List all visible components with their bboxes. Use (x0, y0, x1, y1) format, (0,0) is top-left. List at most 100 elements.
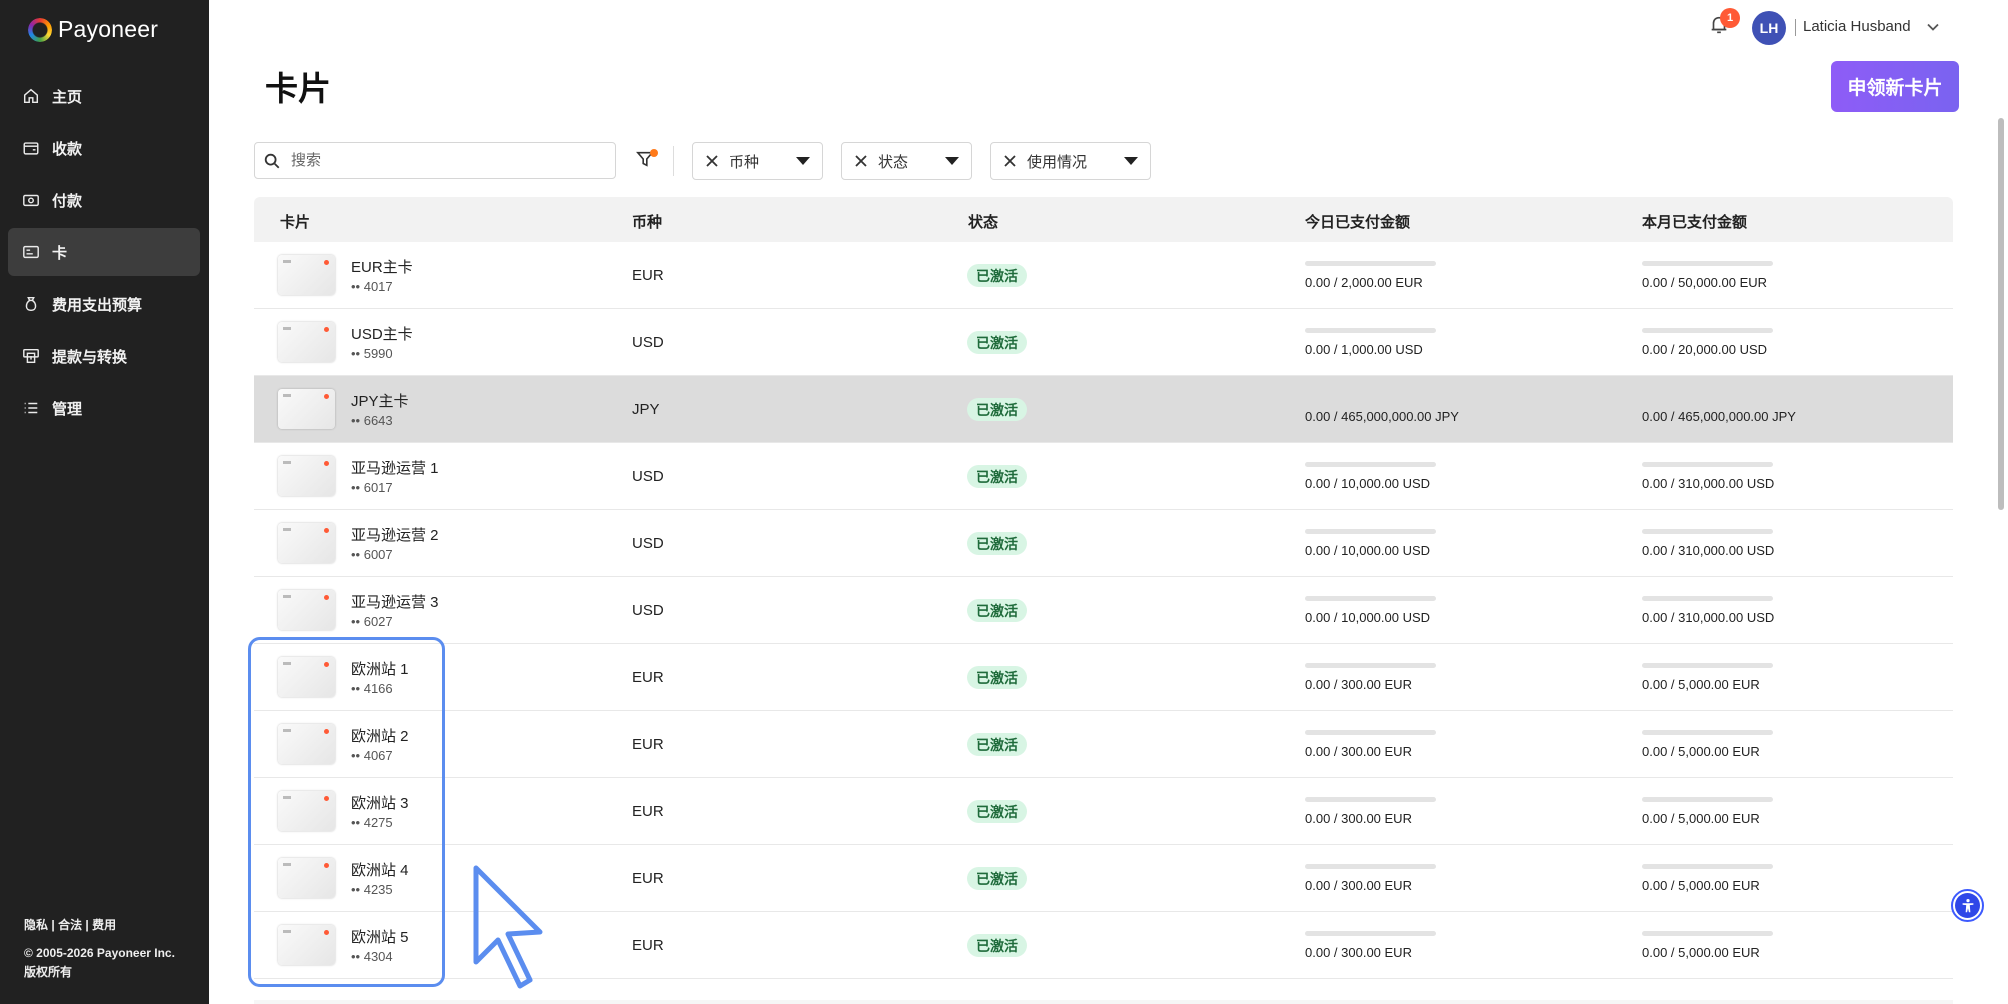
logo-ring-icon (28, 17, 52, 42)
table-row[interactable]: 亚马逊运营 3 •• 6027 USD 已激活 0.00 / 10,000.00 USD… (254, 577, 1953, 644)
page-title: 卡片 (265, 70, 331, 107)
status-badge: 已激活 (967, 800, 1027, 823)
month-usage-bar (1642, 931, 1773, 936)
today-paid-amount: 0.00 / 300.00 EUR (1305, 878, 1412, 893)
table-row[interactable]: 欧洲站 4 •• 4235 EUR 已激活 0.00 / 300.00 EUR 0.00 … (254, 845, 1953, 912)
card-number: •• 6027 (351, 614, 393, 629)
apply-new-card-button[interactable]: 申领新卡片 (1831, 61, 1959, 112)
currency-filter-chip[interactable]: 币种 (692, 142, 823, 180)
table-row[interactable]: 欧洲站 2 •• 4067 EUR 已激活 0.00 / 300.00 EUR 0.00 … (254, 711, 1953, 778)
today-usage-bar (1305, 730, 1436, 735)
footer-links: 隐私 | 合法 | 费用 (24, 916, 175, 935)
sidebar-item-label: 卡 (52, 244, 68, 262)
table-row[interactable]: EUR主卡 •• 4017 EUR 已激活 0.00 / 2,000.00 EUR 0.0… (254, 242, 1953, 309)
column-header-card[interactable]: 卡片 (280, 211, 310, 232)
sidebar-item-withdraw[interactable]: 提款与转换 (8, 332, 200, 380)
today-paid-amount: 0.00 / 465,000,000.00 JPY (1305, 409, 1459, 424)
card-number: •• 6017 (351, 480, 393, 495)
card-name: 欧洲站 2 (351, 728, 409, 745)
month-paid-amount: 0.00 / 465,000,000.00 JPY (1642, 409, 1796, 424)
privacy-link[interactable]: 隐私 (24, 918, 48, 932)
today-usage-bar (1305, 797, 1436, 802)
column-header-currency[interactable]: 币种 (632, 211, 662, 232)
card-thumbnail (278, 456, 335, 496)
chip-label: 币种 (729, 153, 760, 171)
card-name: USD主卡 (351, 326, 413, 343)
caret-down-icon (796, 157, 810, 165)
sidebar-item-pay[interactable]: 付款 (8, 176, 200, 224)
user-name[interactable]: Laticia Husband (1803, 18, 1911, 35)
sidebar-item-budget[interactable]: 费用支出预算 (8, 280, 200, 328)
table-row[interactable]: 亚马逊运营 1 •• 6017 USD 已激活 0.00 / 10,000.00 USD… (254, 443, 1953, 510)
column-header-status[interactable]: 状态 (968, 211, 998, 232)
today-usage-bar (1305, 864, 1436, 869)
today-usage-bar (1305, 462, 1436, 467)
table-row[interactable]: JPY主卡 •• 6643 JPY 已激活 0.00 / 465,000,000.00 … (254, 376, 1953, 443)
card-number: •• 4067 (351, 748, 393, 763)
status-badge: 已激活 (967, 331, 1027, 354)
sidebar: Payoneer 主页 收款 付款 卡 费用支出预算 提款与转换 管理 隐私 |… (0, 0, 209, 1004)
status-badge: 已激活 (967, 666, 1027, 689)
fees-link[interactable]: 费用 (92, 918, 116, 932)
sidebar-nav: 主页 收款 付款 卡 费用支出预算 提款与转换 管理 (8, 72, 200, 436)
month-paid-amount: 0.00 / 5,000.00 EUR (1642, 811, 1760, 826)
search-box[interactable] (254, 142, 616, 179)
column-header-today-paid[interactable]: 今日已支付金额 (1305, 211, 1410, 232)
card-number: •• 4275 (351, 815, 393, 830)
card-thumbnail (278, 724, 335, 764)
usage-filter-chip[interactable]: 使用情况 (990, 142, 1151, 180)
month-usage-bar (1642, 596, 1773, 601)
card-number: •• 6643 (351, 413, 393, 428)
month-usage-bar (1642, 462, 1773, 467)
list-icon (22, 399, 40, 417)
notification-badge: 1 (1720, 8, 1740, 28)
card-thumbnail (278, 858, 335, 898)
copyright-text: © 2005-2026 Payoneer Inc. (24, 946, 175, 960)
payoneer-logo[interactable]: Payoneer (28, 16, 158, 43)
card-currency: USD (632, 602, 664, 619)
close-icon[interactable] (705, 154, 719, 168)
avatar[interactable]: LH (1752, 11, 1786, 45)
sidebar-item-cards[interactable]: 卡 (8, 228, 200, 276)
status-badge: 已激活 (967, 398, 1027, 421)
status-badge: 已激活 (967, 465, 1027, 488)
table-row[interactable]: 欧洲站 3 •• 4275 EUR 已激活 0.00 / 300.00 EUR 0.00 … (254, 778, 1953, 845)
card-number: •• 5990 (351, 346, 393, 361)
card-thumbnail (278, 322, 335, 362)
legal-link[interactable]: 合法 (58, 918, 82, 932)
month-paid-amount: 0.00 / 5,000.00 EUR (1642, 878, 1760, 893)
table-row[interactable]: USD主卡 •• 5990 USD 已激活 0.00 / 1,000.00 USD 0.0… (254, 309, 1953, 376)
table-row[interactable]: 亚马逊运营 2 •• 6007 USD 已激活 0.00 / 10,000.00 USD… (254, 510, 1953, 577)
wallet-icon (22, 139, 40, 157)
today-paid-amount: 0.00 / 300.00 EUR (1305, 744, 1412, 759)
card-currency: EUR (632, 870, 664, 887)
close-icon[interactable] (854, 154, 868, 168)
card-name: 亚马逊运营 2 (351, 527, 439, 544)
search-input[interactable] (291, 152, 591, 169)
search-icon (264, 153, 280, 168)
sidebar-item-label: 费用支出预算 (52, 296, 143, 314)
status-badge: 已激活 (967, 934, 1027, 957)
chevron-down-icon[interactable] (1926, 20, 1940, 34)
today-paid-amount: 0.00 / 300.00 EUR (1305, 677, 1412, 692)
table-row[interactable]: 欧洲站 1 •• 4166 EUR 已激活 0.00 / 300.00 EUR 0.00 … (254, 644, 1953, 711)
today-paid-amount: 0.00 / 300.00 EUR (1305, 945, 1412, 960)
card-thumbnail (278, 255, 335, 295)
sidebar-item-manage[interactable]: 管理 (8, 384, 200, 432)
status-badge: 已激活 (967, 867, 1027, 890)
sidebar-item-receive[interactable]: 收款 (8, 124, 200, 172)
cards-table: 卡片 币种 状态 今日已支付金额 本月已支付金额 EUR主卡 •• 4017 EUR… (254, 197, 1953, 979)
status-filter-chip[interactable]: 状态 (841, 142, 972, 180)
today-paid-amount: 0.00 / 2,000.00 EUR (1305, 275, 1423, 290)
table-header: 卡片 币种 状态 今日已支付金额 本月已支付金额 (254, 197, 1953, 242)
money-icon (22, 191, 40, 209)
close-icon[interactable] (1003, 154, 1017, 168)
card-thumbnail (278, 791, 335, 831)
table-row[interactable]: 欧洲站 5 •• 4304 EUR 已激活 0.00 / 300.00 EUR 0.00 … (254, 912, 1953, 979)
footer-separator: | (51, 918, 55, 932)
column-header-month-paid[interactable]: 本月已支付金额 (1642, 211, 1747, 232)
vertical-scrollbar[interactable] (1998, 118, 2004, 510)
sidebar-item-home[interactable]: 主页 (8, 72, 200, 120)
accessibility-button[interactable] (1951, 889, 1984, 922)
home-icon (22, 87, 40, 105)
